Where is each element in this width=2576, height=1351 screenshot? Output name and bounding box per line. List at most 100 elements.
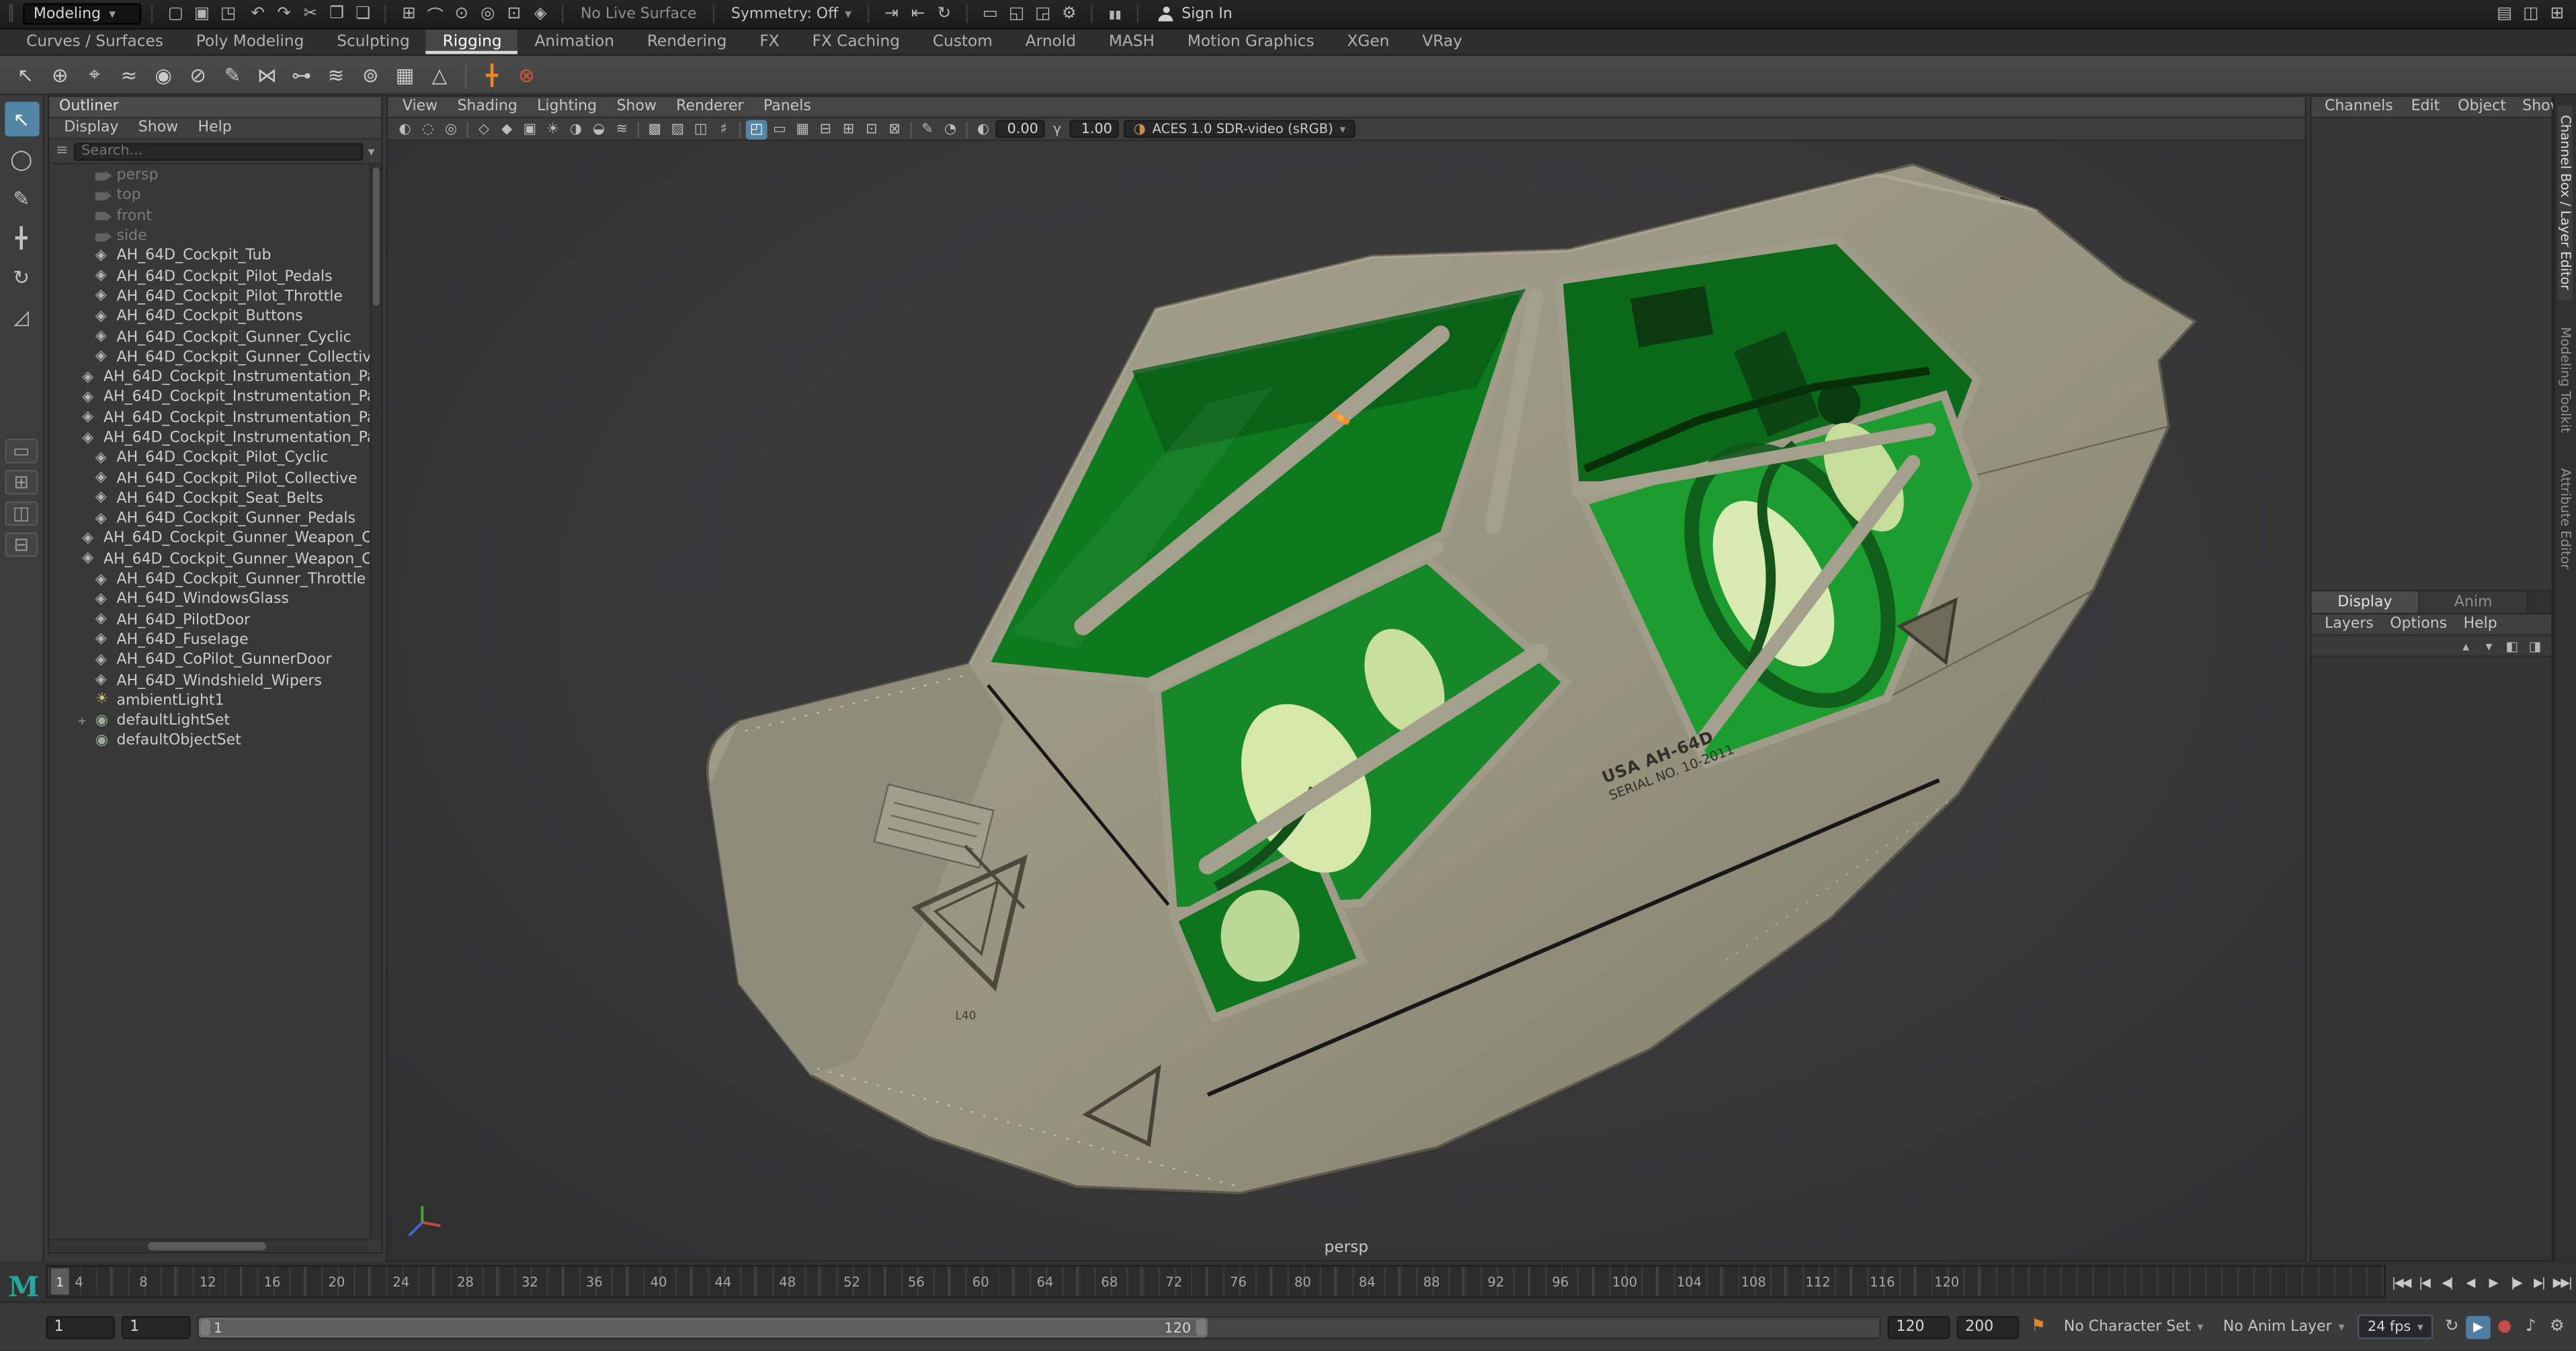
outliner-item[interactable]: AH_64D_Cockpit_Gunner_Collective	[49, 347, 381, 368]
grease-pencil-icon[interactable]: ✎	[917, 119, 938, 138]
render-current-frame-icon[interactable]: ◱	[1004, 3, 1029, 26]
go-to-end-button[interactable]: ▶▶|	[2551, 1268, 2573, 1295]
motion-blur-icon[interactable]: ≋	[611, 119, 632, 138]
menu-set-tab[interactable]: Sculpting	[321, 30, 426, 54]
outliner-menu[interactable]: Help	[190, 120, 240, 136]
filter-icon[interactable]: ≡	[56, 143, 68, 159]
outliner-item[interactable]: AH_64D_Cockpit_Instrumentation_Panels_02	[49, 409, 381, 429]
playback-end-field[interactable]	[1888, 1315, 1951, 1339]
lattice-icon[interactable]: ▦	[389, 59, 420, 90]
fps-dropdown[interactable]: 24 fps	[2358, 1314, 2434, 1340]
open-render-view-icon[interactable]: ▭	[978, 3, 1003, 26]
layer-editor-tab[interactable]: Anim	[2419, 591, 2529, 613]
undo-icon[interactable]: ↶	[245, 3, 270, 26]
sign-in-button[interactable]: Sign In	[1149, 6, 1242, 22]
exposure-icon[interactable]: ◐	[972, 119, 994, 138]
viewport-menu[interactable]: Lighting	[529, 99, 605, 115]
animation-end-field[interactable]	[1956, 1315, 2020, 1339]
channel-list-area[interactable]	[2311, 118, 2552, 592]
exposure-field[interactable]	[995, 120, 1045, 138]
layer-editor-tab[interactable]: Display	[2311, 591, 2420, 613]
channel-box-menu[interactable]: Edit	[2403, 99, 2448, 115]
mute-audio-icon[interactable]: ♪	[2518, 1315, 2543, 1338]
search-input[interactable]	[73, 142, 364, 161]
redo-icon[interactable]: ↷	[272, 3, 296, 26]
blend-shape-icon[interactable]: ≋	[321, 59, 351, 90]
paint-skin-weights-icon[interactable]: ✎	[217, 59, 248, 90]
outliner-item[interactable]: AH_64D_Windshield_Wipers	[49, 671, 381, 691]
outliner-item[interactable]: AH_64D_Cockpit_Buttons	[49, 307, 381, 327]
sidebar-vertical-tab[interactable]: Channel Box / Layer Editor	[2558, 105, 2573, 300]
playback-loop-icon[interactable]: ↻	[2440, 1315, 2464, 1338]
field-chart-icon[interactable]: ⊞	[838, 119, 860, 138]
split-layout-button[interactable]: ⊟	[5, 532, 38, 557]
outliner-item[interactable]: AH_64D_Cockpit_Pilot_Cyclic	[49, 449, 381, 469]
camera-lock-icon[interactable]: ◌	[417, 119, 439, 138]
channel-box-menu[interactable]: Channels	[2317, 99, 2401, 115]
layers-list-area[interactable]	[2311, 657, 2552, 1260]
scale-tool-icon[interactable]: ◿	[4, 299, 38, 333]
view-axis-gizmo[interactable]	[401, 1201, 444, 1244]
four-pane-layout-button[interactable]: ⊞	[5, 470, 38, 495]
sidebar-vertical-tab[interactable]: Modeling Toolkit	[2558, 317, 2573, 442]
panel-layouts-icon[interactable]: ◫	[2518, 3, 2543, 26]
symmetry-dropdown[interactable]: Symmetry: Off	[724, 6, 858, 22]
make-live-icon[interactable]: ◈	[528, 3, 553, 26]
outliner-item[interactable]: + defaultLightSet	[49, 712, 381, 732]
play-forwards-button[interactable]: ▶	[2482, 1268, 2503, 1295]
auto-keyframe-icon[interactable]: ●	[2492, 1315, 2517, 1338]
lights-icon[interactable]: ☀	[542, 119, 564, 138]
drag-grip-icon[interactable]: ║	[7, 6, 15, 22]
constraint-icon[interactable]: ⊗	[511, 59, 542, 90]
bind-skin-icon[interactable]: ◉	[148, 59, 179, 90]
persp-outliner-layout-button[interactable]: ◫	[5, 501, 38, 526]
menu-set-tab[interactable]: Poly Modeling	[179, 30, 321, 54]
paste-icon[interactable]: ❏	[351, 3, 376, 26]
step-forward-key-button[interactable]: |▶	[2505, 1268, 2527, 1295]
snap-to-point-icon[interactable]: ⊙	[449, 3, 474, 26]
outliner-item[interactable]: persp	[49, 166, 381, 186]
menu-set-tab[interactable]: Arnold	[1009, 30, 1092, 54]
workspaces-icon[interactable]: ▤	[2492, 3, 2517, 26]
outliner-item[interactable]: AH_64D_WindowsGlass	[49, 590, 381, 610]
character-set-dropdown[interactable]: No Character Set	[2057, 1319, 2210, 1335]
ik-handle-icon[interactable]: ⌖	[79, 59, 110, 90]
interactive-playback-icon[interactable]: ▶	[2466, 1315, 2491, 1339]
cluster-icon[interactable]: ⊚	[355, 59, 386, 90]
shaded-icon[interactable]: ◆	[496, 119, 517, 138]
step-forward-frame-button[interactable]: ▶|	[2528, 1268, 2550, 1295]
render-settings-icon[interactable]: ⚙	[1056, 3, 1081, 26]
copy-skin-weights-icon[interactable]: ⊶	[286, 59, 317, 90]
output-connections-icon[interactable]: ⇤	[906, 3, 931, 26]
time-slider[interactable]: 4 8 12 16 20 24 28 32 36 40 44 48 52 56 60 64 68 72 76 80 84…	[46, 1265, 2386, 1299]
sidebar-vertical-tab[interactable]: Attribute Editor	[2558, 458, 2573, 579]
bookmark-icon[interactable]: ⚑	[2026, 1315, 2051, 1338]
snap-to-curve-icon[interactable]: ⌒	[423, 3, 448, 26]
pause-icon[interactable]: ▮▮	[1103, 3, 1128, 26]
viewport-menu[interactable]: Show	[608, 99, 665, 115]
menu-set-tab[interactable]: FX	[743, 30, 796, 54]
snap-to-projected-center-icon[interactable]: ◎	[475, 3, 500, 26]
ipr-render-icon[interactable]: ◲	[1030, 3, 1055, 26]
menu-set-tab[interactable]: VRay	[1406, 30, 1479, 54]
menu-set-tab[interactable]: MASH	[1092, 30, 1171, 54]
layer-editor-menu[interactable]: Help	[2455, 616, 2505, 632]
joint-tool-icon[interactable]: ⊕	[44, 59, 75, 90]
open-scene-icon[interactable]: ▣	[190, 3, 214, 26]
snap-to-grid-icon[interactable]: ⊞	[397, 3, 421, 26]
unbind-skin-icon[interactable]: ⊘	[182, 59, 213, 90]
outliner-item[interactable]: AH_64D_Cockpit_Gunner_Cyclic	[49, 327, 381, 347]
shadows-icon[interactable]: ◑	[565, 119, 587, 138]
xray-joints-icon[interactable]: ♯	[713, 119, 735, 138]
safe-title-icon[interactable]: ⊠	[884, 119, 905, 138]
range-start-handle[interactable]	[200, 1318, 210, 1336]
current-frame-marker[interactable]: 1	[50, 1268, 69, 1295]
add-attribute-icon[interactable]: ╋	[476, 59, 507, 90]
outliner-horizontal-scrollbar[interactable]	[49, 1239, 368, 1252]
go-to-start-button[interactable]: |◀◀	[2390, 1268, 2411, 1295]
ao-icon[interactable]: ◒	[588, 119, 610, 138]
step-back-frame-button[interactable]: |◀	[2413, 1268, 2435, 1295]
construction-history-icon[interactable]: ↻	[932, 3, 957, 26]
outliner-item[interactable]: defaultObjectSet	[49, 732, 381, 752]
select-hierarchy-icon[interactable]: ↖	[10, 59, 41, 90]
